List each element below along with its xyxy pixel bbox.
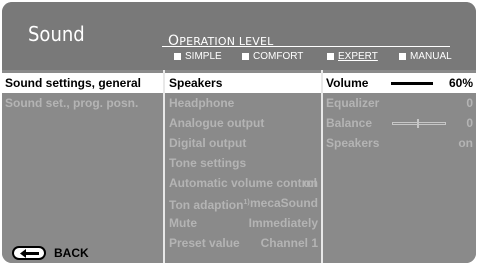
- menu-item-label: Sound set., prog. posn.: [5, 96, 139, 110]
- submenu-item-preset-value[interactable]: Preset value Channel 1: [165, 233, 321, 253]
- square-icon: [174, 53, 181, 60]
- square-icon: [399, 53, 406, 60]
- detail-balance-label: Balance: [326, 116, 373, 130]
- menu-item-sound-set-prog-posn[interactable]: Sound set., prog. posn.: [2, 93, 163, 113]
- submenu-item-value: on: [303, 176, 318, 190]
- details-column: Volume 60% Equalizer 0 Balance 0 Speaker…: [323, 70, 476, 263]
- detail-equalizer-value: 0: [466, 96, 473, 110]
- detail-speakers[interactable]: Speakers on: [323, 133, 476, 153]
- footnote-marker: 1): [243, 199, 250, 206]
- page-title: Sound: [28, 22, 85, 46]
- detail-speakers-value: on: [458, 136, 473, 150]
- operation-level-divider: [162, 46, 450, 47]
- balance-slider-knob[interactable]: [417, 119, 419, 128]
- submenu-item-ton-adaption[interactable]: Ton adaption1) mecaSound: [165, 193, 321, 213]
- detail-equalizer[interactable]: Equalizer 0: [323, 93, 476, 113]
- submenu-item-label: Digital output: [169, 136, 247, 150]
- menu-item-sound-settings-general[interactable]: Sound settings, general: [2, 73, 163, 93]
- option-manual[interactable]: MANUAL: [399, 51, 452, 62]
- square-icon: [327, 53, 334, 60]
- submenu-item-analogue-output[interactable]: Analogue output: [165, 113, 321, 133]
- submenu-item-mute[interactable]: Mute Immediately: [165, 213, 321, 233]
- main-menu-column: Sound settings, general Sound set., prog…: [2, 70, 163, 263]
- submenu-column: Speakers Headphone Analogue output Digit…: [165, 70, 321, 263]
- submenu-item-value: mecaSound: [249, 196, 318, 210]
- detail-volume-label: Volume: [326, 76, 369, 90]
- balance-slider-track[interactable]: [392, 122, 446, 125]
- detail-equalizer-label: Equalizer: [326, 96, 380, 110]
- back-label: BACK: [54, 246, 89, 260]
- submenu-item-label: Ton adaption: [169, 198, 244, 212]
- back-button[interactable]: BACK: [12, 246, 89, 260]
- submenu-item-label: Preset value: [169, 236, 240, 250]
- option-comfort[interactable]: COMFORT: [242, 51, 303, 62]
- option-manual-label: MANUAL: [410, 51, 452, 62]
- option-expert[interactable]: EXPERT: [327, 51, 378, 62]
- header-bar: Sound OPERATION LEVEL SIMPLE COMFORT EXP…: [2, 2, 476, 70]
- detail-speakers-label: Speakers: [326, 136, 380, 150]
- detail-balance-value: 0: [466, 116, 473, 130]
- detail-volume[interactable]: Volume 60%: [323, 73, 476, 93]
- submenu-item-headphone[interactable]: Headphone: [165, 93, 321, 113]
- submenu-item-label-wrap: Ton adaption1): [169, 193, 250, 215]
- option-simple[interactable]: SIMPLE: [174, 51, 222, 62]
- submenu-item-label: Analogue output: [169, 116, 265, 130]
- submenu-item-label: Headphone: [169, 96, 235, 110]
- option-comfort-label: COMFORT: [253, 51, 304, 62]
- submenu-item-label: Automatic volume control: [169, 176, 318, 190]
- submenu-item-label: Mute: [169, 216, 197, 230]
- submenu-item-tone-settings[interactable]: Tone settings: [165, 153, 321, 173]
- menu-item-label: Sound settings, general: [5, 76, 142, 90]
- detail-volume-value: 60%: [448, 76, 473, 90]
- submenu-item-automatic-volume-control[interactable]: Automatic volume control on: [165, 173, 321, 193]
- submenu-item-label: Speakers: [169, 76, 223, 90]
- submenu-item-value: Channel 1: [260, 236, 318, 250]
- submenu-item-label: Tone settings: [169, 156, 247, 170]
- detail-balance[interactable]: Balance 0: [323, 113, 476, 133]
- option-simple-label: SIMPLE: [185, 51, 222, 62]
- submenu-item-value: Immediately: [248, 216, 318, 230]
- submenu-item-digital-output[interactable]: Digital output: [165, 133, 321, 153]
- submenu-item-speakers[interactable]: Speakers: [165, 73, 321, 93]
- volume-level-bar[interactable]: [391, 82, 433, 85]
- return-arrow-icon: [12, 246, 46, 260]
- square-icon: [242, 53, 249, 60]
- sound-menu-window: Sound OPERATION LEVEL SIMPLE COMFORT EXP…: [2, 2, 476, 263]
- option-expert-label: EXPERT: [338, 51, 378, 62]
